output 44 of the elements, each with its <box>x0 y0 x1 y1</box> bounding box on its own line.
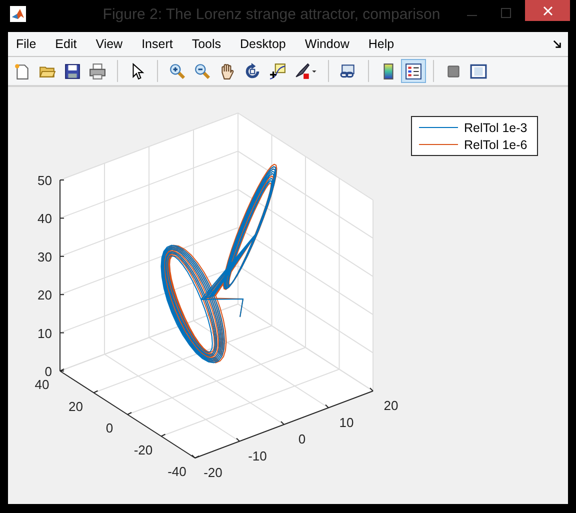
tick-label: 0 <box>44 364 52 379</box>
zoom-out-icon <box>194 62 211 80</box>
menu-item[interactable]: Tools <box>192 37 222 51</box>
legend-tool-button[interactable] <box>401 59 426 83</box>
legend-label: RelTol 1e-6 <box>464 138 528 152</box>
tick-label: 40 <box>34 377 50 392</box>
tick-label: 40 <box>38 211 52 226</box>
hand-icon <box>219 62 236 80</box>
close-button[interactable] <box>525 0 570 21</box>
menu-item[interactable]: Desktop <box>240 37 286 51</box>
menu-item[interactable]: View <box>96 37 123 51</box>
tick-label: 20 <box>384 398 398 413</box>
data-cursor-icon <box>269 62 286 80</box>
tick-label: 10 <box>38 326 52 341</box>
square-icon <box>445 62 462 80</box>
tick-label: 0 <box>298 432 306 446</box>
dock-arrow-icon[interactable] <box>553 40 562 48</box>
tick-label: -40 <box>168 464 186 479</box>
close-icon <box>542 6 552 16</box>
window-icon <box>470 62 488 80</box>
tick-label: 20 <box>38 288 52 303</box>
new-page-icon <box>14 62 31 80</box>
printer-icon <box>89 62 106 80</box>
menu-item[interactable]: Window <box>304 37 350 51</box>
rotate-icon <box>244 62 261 80</box>
tick-label: 0 <box>106 420 114 436</box>
tick-label: -20 <box>204 465 222 480</box>
menu-item[interactable]: Insert <box>142 37 173 51</box>
brush-icon <box>294 62 318 80</box>
window-title: Figure 2: The Lorenz strange attractor, comparison <box>102 6 442 23</box>
tick-label: -10 <box>248 448 267 464</box>
zoom-in-icon <box>169 62 186 80</box>
menu-item[interactable]: Help <box>368 37 394 51</box>
tick-label: 20 <box>68 398 83 414</box>
legend-label: RelTol 1e-3 <box>464 120 528 134</box>
tick-label: 10 <box>339 414 354 430</box>
tick-label: 50 <box>38 173 52 188</box>
tick-label: 30 <box>38 249 52 264</box>
menu-item[interactable]: File <box>16 37 36 51</box>
link-icon <box>340 62 358 80</box>
legend-icon <box>405 62 422 80</box>
menu-item[interactable]: Edit <box>55 37 77 51</box>
tick-label: -20 <box>134 442 153 458</box>
app-logo-icon <box>10 6 26 22</box>
